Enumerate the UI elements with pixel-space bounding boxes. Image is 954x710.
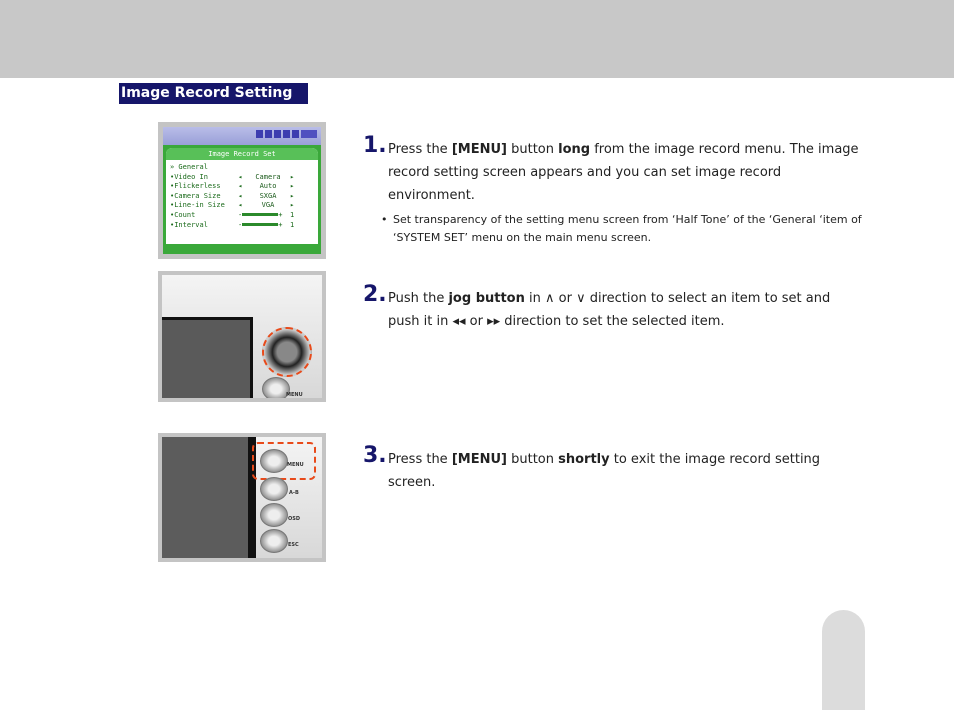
ab-button <box>260 477 288 501</box>
menu-group: » General <box>170 163 208 171</box>
step-text: Press the [MENU] button long from the im… <box>388 142 859 203</box>
menu-frame: Image Record Set » General •Video In ◂ Cam… <box>166 148 318 244</box>
interval-slider <box>242 223 279 227</box>
esc-button <box>260 529 288 553</box>
esc-button-label: ESC <box>288 542 299 548</box>
menu-row: •Video In ◂ Camera ▸ <box>170 172 295 181</box>
jog-button-highlight <box>262 327 312 377</box>
step-2: 2. Push the jog button in ∧ or ∨ directi… <box>363 283 863 333</box>
ab-button-label: A-B <box>289 490 299 496</box>
osd-button-label: OSD <box>288 516 301 522</box>
menu-row: •Interval - +1 <box>170 220 295 229</box>
menu-row: •Line-in Size ◂ VGA ▸ <box>170 201 295 210</box>
step-number: 2. <box>363 282 387 307</box>
menu-button-label: MENU <box>286 392 303 398</box>
osd-button <box>260 503 288 527</box>
header-band <box>0 0 954 78</box>
menu-row: •Camera Size ◂ SXGA ▸ <box>170 191 295 200</box>
step-number: 3. <box>363 443 387 468</box>
page-tab <box>822 610 865 710</box>
menu-button-label: MENU <box>287 462 304 468</box>
menu-button <box>260 449 288 473</box>
device-screen <box>162 437 256 558</box>
step-text: Press the [MENU] button shortly to exit … <box>388 452 821 490</box>
step-text: Push the jog button in ∧ or ∨ direction … <box>388 291 831 329</box>
status-icons <box>256 130 317 140</box>
menu-row: •Flickerless ◂ Auto ▸ <box>170 182 295 191</box>
lcd-screen: Image Record Set » General •Video In ◂ Cam… <box>163 127 321 254</box>
side-buttons-photo: MENU A-B OSD ESC <box>158 433 326 562</box>
step-1: 1. Press the [MENU] button long from the… <box>363 134 863 247</box>
menu-row: •Count - +1 <box>170 210 295 219</box>
device-screen <box>162 317 253 398</box>
count-slider <box>242 213 279 217</box>
menu-header: Image Record Set <box>166 148 318 160</box>
image-record-set-screenshot: Image Record Set » General •Video In ◂ Cam… <box>158 122 326 259</box>
section-title: Image Record Setting <box>119 83 308 104</box>
step-3: 3. Press the [MENU] button shortly to ex… <box>363 444 863 494</box>
jog-button-photo: MENU <box>158 271 326 402</box>
step-note: Set transparency of the setting menu scr… <box>381 211 863 247</box>
step-number: 1. <box>363 133 387 158</box>
